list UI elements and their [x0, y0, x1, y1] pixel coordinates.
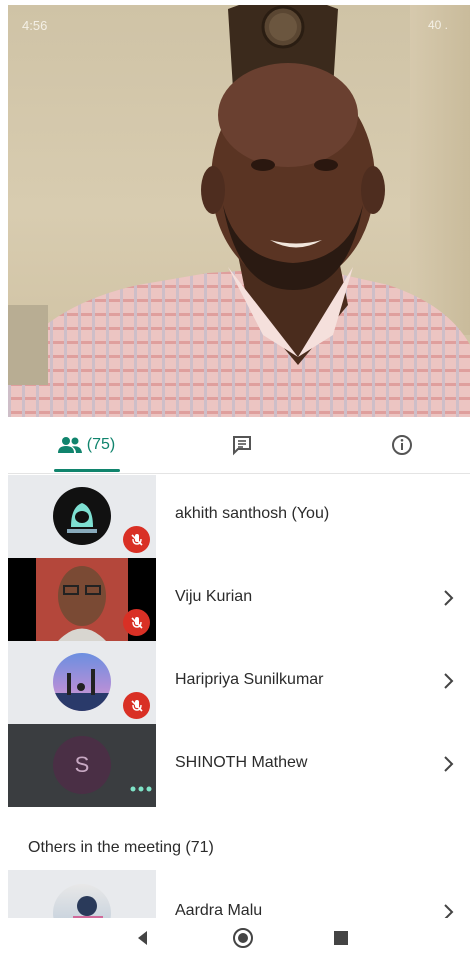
active-tab-indicator	[54, 469, 120, 472]
participant-name: Viju Kurian	[175, 588, 253, 605]
info-icon	[392, 435, 412, 455]
avatar-letter: S	[53, 736, 111, 794]
tab-info[interactable]	[382, 417, 422, 473]
participant-name: Haripriya Sunilkumar	[175, 671, 324, 688]
participant-row[interactable]: Haripriya Sunilkumar	[8, 641, 470, 724]
system-navigation-bar	[0, 918, 470, 956]
mic-off-icon	[123, 609, 150, 636]
people-count: (75)	[86, 436, 116, 453]
participant-thumbnail	[8, 870, 156, 918]
status-time: 4:56	[22, 18, 48, 33]
avatar	[53, 653, 111, 711]
participant-thumbnail	[8, 558, 156, 641]
mic-off-icon	[123, 692, 150, 719]
main-video-tile[interactable]: 4:56 40 .	[8, 5, 470, 417]
participant-row[interactable]: Aardra Malu	[8, 870, 470, 918]
participant-name: SHINOTH Mathew	[175, 754, 308, 771]
participant-thumbnail: S	[8, 724, 156, 807]
status-signal-battery: 40 .	[427, 18, 448, 32]
chevron-right-icon[interactable]	[442, 669, 456, 693]
chevron-right-icon[interactable]	[442, 900, 456, 918]
tab-people[interactable]: (75)	[54, 417, 118, 473]
participant-row[interactable]: akhith santhosh (You)	[8, 475, 470, 558]
avatar	[53, 884, 111, 918]
home-icon[interactable]	[232, 927, 254, 949]
people-icon	[57, 437, 82, 453]
participant-row[interactable]: S SHINOTH Mathew	[8, 724, 470, 807]
participant-video-feed	[8, 63, 470, 417]
mic-off-icon	[123, 526, 150, 553]
chevron-right-icon[interactable]	[442, 752, 456, 776]
participant-thumbnail	[8, 641, 156, 724]
tab-chat[interactable]	[222, 417, 262, 473]
tab-bar: (75)	[8, 417, 470, 474]
participant-name: akhith santhosh (You)	[175, 505, 330, 522]
speaking-dots-icon	[130, 786, 152, 792]
participant-thumbnail	[8, 475, 156, 558]
status-bar: 4:56 40 .	[8, 5, 470, 41]
chat-icon	[233, 436, 251, 456]
others-section-title: Others in the meeting (71)	[28, 839, 214, 856]
participant-row[interactable]: Viju Kurian	[8, 558, 470, 641]
recents-icon[interactable]	[330, 927, 352, 949]
chevron-right-icon[interactable]	[442, 586, 456, 610]
avatar	[53, 487, 111, 545]
participant-video-feed	[36, 558, 128, 641]
back-icon[interactable]	[132, 927, 154, 949]
participant-name: Aardra Malu	[175, 902, 263, 918]
